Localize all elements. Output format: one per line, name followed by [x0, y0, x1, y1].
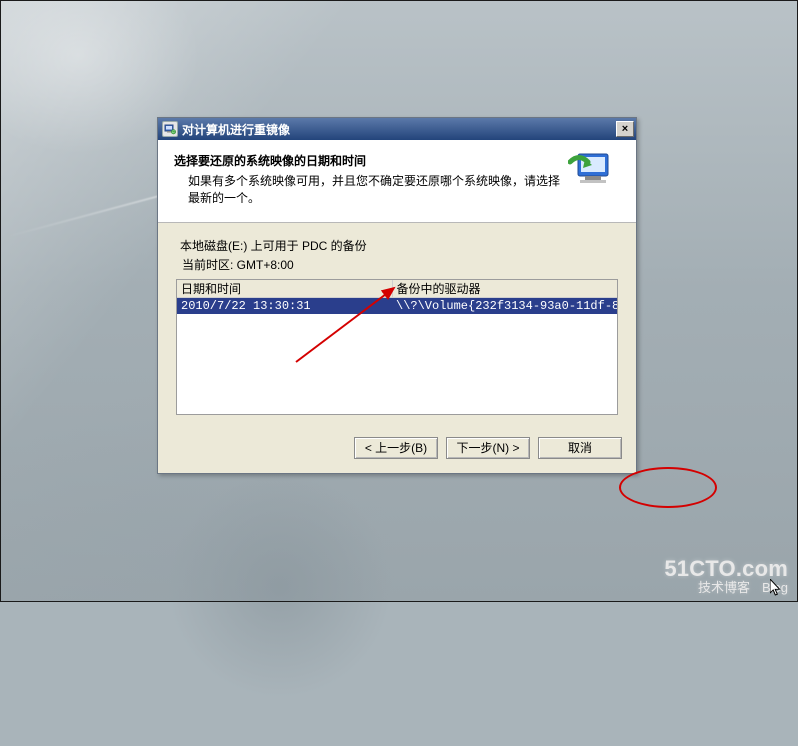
backup-location-line: 本地磁盘(E:) 上可用于 PDC 的备份	[180, 237, 618, 254]
next-button[interactable]: 下一步(N) >	[446, 437, 530, 459]
watermark-main: 51CTO.com	[664, 556, 788, 581]
dialog-body: 本地磁盘(E:) 上可用于 PDC 的备份 当前时区: GMT+8:00 日期和…	[158, 223, 636, 425]
table-row[interactable]: 2010/7/22 13:30:31 \\?\Volume{232f3134-9…	[177, 297, 618, 314]
cancel-button[interactable]: 取消	[538, 437, 622, 459]
watermark: 51CTO.com 技术博客 Blog	[664, 556, 788, 596]
reimage-dialog: 对计算机进行重镜像 × 选择要还原的系统映像的日期和时间 如果有多个系统映像可用…	[157, 117, 637, 474]
col-drives[interactable]: 备份中的驱动器	[392, 280, 618, 298]
table-header-row: 日期和时间 备份中的驱动器	[177, 280, 618, 298]
app-icon	[162, 121, 178, 137]
watermark-sub-left: 技术博客	[698, 581, 750, 596]
header-graphic	[568, 148, 620, 194]
title-bar[interactable]: 对计算机进行重镜像 ×	[158, 118, 636, 140]
header-title: 选择要还原的系统映像的日期和时间	[174, 152, 562, 169]
backup-table[interactable]: 日期和时间 备份中的驱动器 2010/7/22 13:30:31 \\?\Vol…	[176, 279, 618, 415]
dialog-title: 对计算机进行重镜像	[182, 121, 290, 138]
dialog-header: 选择要还原的系统映像的日期和时间 如果有多个系统映像可用，并且您不确定要还原哪个…	[158, 140, 636, 223]
watermark-sub-right: Blog	[762, 581, 788, 596]
cell-drives: \\?\Volume{232f3134-93a0-11df-85c7-806e6…	[392, 297, 618, 314]
header-description: 如果有多个系统映像可用，并且您不确定要还原哪个系统映像，请选择最新的一个。	[174, 173, 562, 208]
button-row: < 上一步(B) 下一步(N) > 取消	[158, 425, 636, 473]
col-datetime[interactable]: 日期和时间	[177, 280, 392, 298]
back-button[interactable]: < 上一步(B)	[354, 437, 438, 459]
close-button[interactable]: ×	[616, 121, 634, 137]
cell-datetime: 2010/7/22 13:30:31	[177, 297, 392, 314]
timezone-line: 当前时区: GMT+8:00	[182, 256, 618, 273]
